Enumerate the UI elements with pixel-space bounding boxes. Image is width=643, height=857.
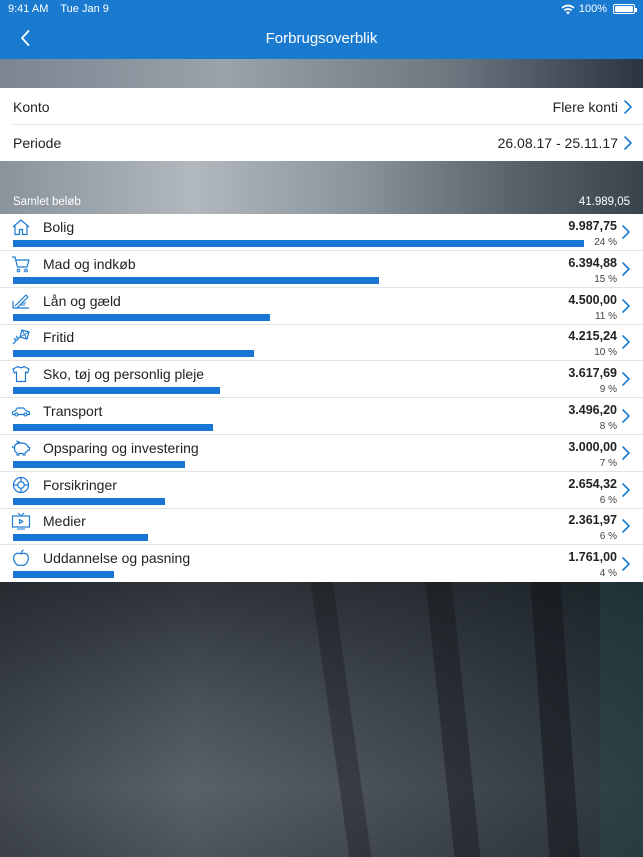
header-image	[0, 59, 643, 88]
category-row[interactable]: Transport 3.496,20 8 %	[0, 398, 643, 435]
category-amount: 3.617,69	[568, 366, 617, 380]
tv-icon	[11, 512, 31, 530]
wifi-icon	[561, 4, 575, 14]
background-image	[0, 582, 643, 857]
category-name: Mad og indkøb	[43, 256, 136, 272]
chevron-right-icon	[624, 136, 632, 150]
account-value: Flere konti	[552, 98, 618, 115]
category-name: Lån og gæld	[43, 293, 121, 309]
chevron-right-icon	[624, 99, 632, 114]
category-name: Bolig	[43, 219, 75, 235]
battery-icon	[613, 4, 637, 14]
category-amount: 4.500,00	[568, 293, 617, 307]
category-amount: 3.496,20	[568, 403, 617, 417]
category-amount: 1.761,00	[568, 550, 617, 564]
category-name: Medier	[43, 513, 86, 529]
chevron-right-icon	[622, 262, 630, 276]
category-bar	[13, 277, 379, 284]
status-bar: 9:41 AM Tue Jan 9 100%	[0, 0, 643, 18]
category-percent: 15 %	[594, 274, 617, 285]
status-time: 9:41 AM	[8, 3, 49, 15]
category-percent: 6 %	[599, 495, 617, 506]
page-title: Forbrugsoverblik	[265, 30, 378, 47]
apple-icon	[11, 549, 31, 567]
category-percent: 4 %	[599, 568, 617, 579]
category-amount: 4.215,24	[568, 329, 617, 343]
category-row[interactable]: Medier 2.361,97 6 %	[0, 508, 643, 545]
category-percent: 6 %	[599, 531, 617, 542]
total-summary: Samlet beløb 41.989,05	[0, 161, 643, 214]
category-percent: 24 %	[594, 237, 617, 248]
category-row[interactable]: Sko, tøj og personlig pleje 3.617,69 9 %	[0, 361, 643, 398]
category-amount: 9.987,75	[568, 219, 617, 233]
category-name: Forsikringer	[43, 477, 117, 493]
category-amount: 3.000,00	[568, 440, 617, 454]
category-percent: 10 %	[594, 347, 617, 358]
loan-icon	[11, 292, 31, 310]
category-list: Bolig 9.987,75 24 % Mad og indkøb 6.394,88 15…	[0, 214, 643, 582]
category-row[interactable]: Uddannelse og pasning 1.761,00 4 %	[0, 545, 643, 582]
category-bar	[13, 314, 270, 321]
category-name: Transport	[43, 403, 103, 419]
lifebuoy-icon	[11, 476, 31, 494]
category-row[interactable]: Fritid 4.215,24 10 %	[0, 324, 643, 361]
chevron-right-icon	[622, 483, 630, 497]
chevron-right-icon	[622, 556, 630, 571]
chevron-right-icon	[622, 299, 630, 313]
car-icon	[11, 402, 31, 420]
total-label: Samlet beløb	[13, 196, 81, 208]
category-row[interactable]: Bolig 9.987,75 24 %	[0, 214, 643, 251]
account-row[interactable]: Konto Flere konti	[0, 88, 643, 125]
kite-icon	[11, 328, 31, 346]
category-bar	[13, 350, 254, 357]
category-name: Opsparing og investering	[43, 440, 199, 456]
period-row[interactable]: Periode 26.08.17 - 25.11.17	[0, 125, 643, 161]
category-amount: 2.361,97	[568, 513, 617, 527]
back-chevron-icon[interactable]	[14, 26, 38, 50]
battery-percent: 100%	[578, 3, 607, 15]
category-percent: 9 %	[599, 384, 617, 395]
total-amount: 41.989,05	[578, 196, 630, 208]
category-amount: 6.394,88	[568, 256, 617, 270]
category-row[interactable]: Opsparing og investering 3.000,00 7 %	[0, 435, 643, 472]
category-percent: 7 %	[599, 458, 617, 469]
chevron-right-icon	[622, 409, 630, 423]
category-bar	[13, 571, 114, 578]
period-value: 26.08.17 - 25.11.17	[497, 135, 618, 151]
category-row[interactable]: Lån og gæld 4.500,00 11 %	[0, 288, 643, 325]
status-date: Tue Jan 9	[60, 3, 109, 15]
house-icon	[11, 218, 31, 236]
category-amount: 2.654,32	[568, 477, 617, 491]
category-bar	[13, 387, 220, 394]
category-bar	[13, 534, 148, 541]
category-row[interactable]: Mad og indkøb 6.394,88 15 %	[0, 251, 643, 288]
category-bar	[13, 461, 185, 468]
chevron-right-icon	[622, 519, 630, 533]
navigation-bar: Forbrugsoverblik	[0, 18, 643, 59]
account-label: Konto	[13, 98, 50, 115]
category-percent: 11 %	[594, 311, 617, 322]
piggy-bank-icon	[11, 439, 31, 457]
period-label: Periode	[13, 135, 62, 151]
category-bar	[13, 498, 165, 505]
chevron-right-icon	[622, 372, 630, 386]
chevron-right-icon	[622, 335, 630, 349]
cart-icon	[11, 255, 31, 273]
category-bar	[13, 424, 213, 431]
category-name: Sko, tøj og personlig pleje	[43, 366, 205, 382]
tshirt-icon	[11, 365, 31, 383]
category-bar	[13, 240, 584, 247]
category-row[interactable]: Forsikringer 2.654,32 6 %	[0, 472, 643, 509]
category-percent: 8 %	[599, 421, 617, 432]
category-name: Uddannelse og pasning	[43, 550, 191, 566]
category-name: Fritid	[43, 329, 75, 345]
chevron-right-icon	[622, 446, 630, 460]
chevron-right-icon	[622, 225, 630, 239]
